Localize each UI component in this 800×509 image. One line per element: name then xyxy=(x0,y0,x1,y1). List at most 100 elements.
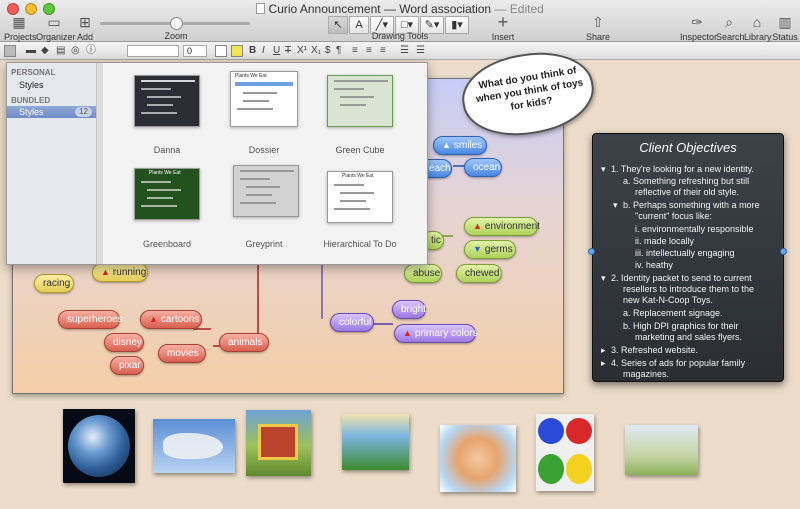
node-ocean[interactable]: ocean xyxy=(464,158,502,177)
client-objectives-list[interactable]: Client Objectives ▾ 1. They're looking f… xyxy=(592,133,784,382)
italic-button[interactable]: I xyxy=(262,45,265,57)
font-family-select[interactable] xyxy=(127,45,179,57)
font-size-field[interactable]: 0 xyxy=(183,45,207,57)
red-arrow-icon: ▲ xyxy=(442,140,451,150)
select-tool-button[interactable]: ↖ xyxy=(328,16,348,34)
bold-button[interactable]: B xyxy=(249,45,256,57)
objective-line: resellers to introduce them to the xyxy=(623,284,755,294)
pencil-icon: ✎▾ xyxy=(424,19,440,31)
library-button[interactable]: ⌂ Library xyxy=(744,14,772,42)
node-animals[interactable]: animals xyxy=(219,333,269,352)
node-environment-label: environment xyxy=(484,221,540,232)
highlight-color-well[interactable] xyxy=(231,45,243,57)
node-cartoons[interactable]: ▲ cartoons xyxy=(140,310,202,329)
objectives-title: Client Objectives xyxy=(639,140,737,155)
collapse-triangle-icon[interactable]: ▾ xyxy=(613,200,618,211)
node-germs[interactable]: ▼ germs xyxy=(464,240,516,259)
resize-handle-left[interactable] xyxy=(588,248,595,255)
node-abuse[interactable]: abuse xyxy=(404,264,442,283)
slide-photo[interactable] xyxy=(342,414,409,470)
organizer-button[interactable]: ▭ Organizer xyxy=(36,14,76,42)
style-thumb-green-cube[interactable] xyxy=(327,75,393,127)
objective-line: b. High DPI graphics for their xyxy=(623,321,739,331)
thumb-line xyxy=(334,80,388,82)
text-color-well[interactable] xyxy=(215,45,227,57)
collapse-triangle-icon[interactable]: ▾ xyxy=(601,164,606,175)
world-map-photo[interactable] xyxy=(153,419,235,473)
node-running[interactable]: ▲ running xyxy=(92,263,148,282)
superscript-button[interactable]: X¹ xyxy=(297,45,307,57)
dossier-title: Plants We Eat xyxy=(235,73,267,79)
window-title-text: Curio Announcement — Word association xyxy=(268,2,492,16)
underline-button[interactable]: U xyxy=(273,45,280,57)
style-name-greyprint: Greyprint xyxy=(245,239,283,249)
style-thumb-dossier[interactable]: Plants We Eat xyxy=(230,71,298,127)
share-button[interactable]: ⇧ Share xyxy=(585,14,611,42)
pointer-icon: ↖ xyxy=(333,19,343,31)
kids-circle-photo[interactable] xyxy=(440,425,516,492)
red-arrow-icon: ▲ xyxy=(149,314,158,324)
subscript-button[interactable]: X₁ xyxy=(311,45,321,57)
paint-jars-photo[interactable] xyxy=(536,414,594,491)
resize-handle-right[interactable] xyxy=(780,248,787,255)
thumb-line xyxy=(237,108,273,110)
link-icon[interactable]: ◎ xyxy=(71,45,80,57)
node-chewed[interactable]: chewed xyxy=(456,264,502,283)
info-icon[interactable]: ⓘ xyxy=(86,45,96,57)
running-kids-photo[interactable] xyxy=(625,425,698,475)
style-thumb-greenboard[interactable]: Plants We Eat xyxy=(134,168,200,220)
style-picker-popover[interactable]: PERSONAL Styles BUNDLED Styles 12 Danna … xyxy=(6,62,428,265)
earth-globe xyxy=(68,415,130,477)
personal-styles-item[interactable]: Styles xyxy=(7,79,96,91)
thumb-line xyxy=(240,170,294,172)
node-movies[interactable]: movies xyxy=(158,344,206,363)
note-icon[interactable]: ▤ xyxy=(56,45,65,57)
organizer-label: Organizer xyxy=(36,32,76,42)
style-thumb-danna[interactable] xyxy=(134,75,200,127)
strikethrough-button[interactable]: T xyxy=(285,45,291,57)
list-numbers-icon[interactable]: ☰ xyxy=(416,45,425,57)
node-pixar[interactable]: pixar xyxy=(110,356,144,375)
expand-triangle-icon[interactable]: ▸ xyxy=(601,345,606,356)
thumb-line xyxy=(240,202,276,204)
thumb-line xyxy=(243,100,269,102)
style-thumb-hierarchical-to-do[interactable]: Plants We Eat xyxy=(327,171,393,223)
node-bright[interactable]: bright xyxy=(392,300,426,319)
popover-scrollbar[interactable] xyxy=(97,63,103,264)
node-disney[interactable]: disney xyxy=(104,333,144,352)
highlighter-tool-button[interactable]: ▮▾ xyxy=(445,16,469,34)
earth-photo[interactable] xyxy=(63,409,135,483)
tag-icon[interactable]: ◆ xyxy=(41,45,49,57)
node-environment[interactable]: ▲ environment xyxy=(464,217,540,236)
collapse-triangle-icon[interactable]: ▾ xyxy=(601,273,606,284)
node-primary-colors[interactable]: ▲ primary colors xyxy=(394,324,478,343)
expand-triangle-icon[interactable]: ▸ xyxy=(601,358,606,369)
align-center-icon[interactable]: ≡ xyxy=(366,45,372,57)
paragraph-button[interactable]: ¶ xyxy=(336,45,341,57)
style-thumb-greyprint[interactable] xyxy=(233,165,299,217)
add-button[interactable]: ⊞ Add xyxy=(74,14,96,42)
node-superheroes[interactable]: superheroes xyxy=(58,310,123,329)
insert-button[interactable]: + Insert xyxy=(490,13,516,42)
align-right-icon[interactable]: ≡ xyxy=(380,45,386,57)
list-bullets-icon[interactable]: ☰ xyxy=(400,45,409,57)
node-smiles[interactable]: ▲ smiles xyxy=(433,136,487,155)
search-button[interactable]: ⌕ Search xyxy=(716,14,745,42)
projects-button[interactable]: ▦ Projects xyxy=(4,14,37,42)
playground-photo[interactable] xyxy=(246,410,311,476)
inspector-button[interactable]: ✑ Inspector xyxy=(680,14,717,42)
zoom-slider-knob[interactable] xyxy=(170,17,183,30)
node-colorful[interactable]: colorful xyxy=(330,313,374,332)
green-paint-jar xyxy=(538,454,564,484)
blue-paint-jar xyxy=(538,418,564,444)
insert-label: Insert xyxy=(491,32,515,42)
node-racing[interactable]: racing xyxy=(34,274,74,293)
bundled-styles-item[interactable]: Styles 12 xyxy=(7,106,96,118)
style-button[interactable] xyxy=(4,45,16,57)
align-left-icon[interactable]: ≡ xyxy=(352,45,358,57)
dollar-button[interactable]: $ xyxy=(325,45,331,57)
figure-style-icon[interactable]: ▬ xyxy=(26,45,36,57)
thumb-line xyxy=(334,88,364,90)
status-button[interactable]: ▥ Status xyxy=(772,14,798,42)
node-germs-label: germs xyxy=(484,244,513,255)
